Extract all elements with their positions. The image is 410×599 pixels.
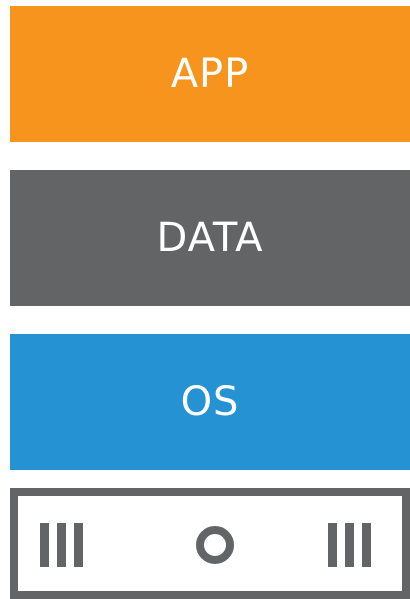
server-chassis [10,488,410,599]
app-layer: APP [10,6,410,142]
data-layer-label: DATA [156,215,264,261]
app-layer-label: APP [170,51,250,97]
power-circle-icon [196,526,234,564]
server-hardware-icon [10,488,410,599]
data-layer: DATA [10,170,410,306]
vent-lines-icon [328,523,371,567]
os-layer: OS [10,334,410,470]
os-layer-label: OS [180,379,240,425]
vent-lines-icon [40,523,83,567]
